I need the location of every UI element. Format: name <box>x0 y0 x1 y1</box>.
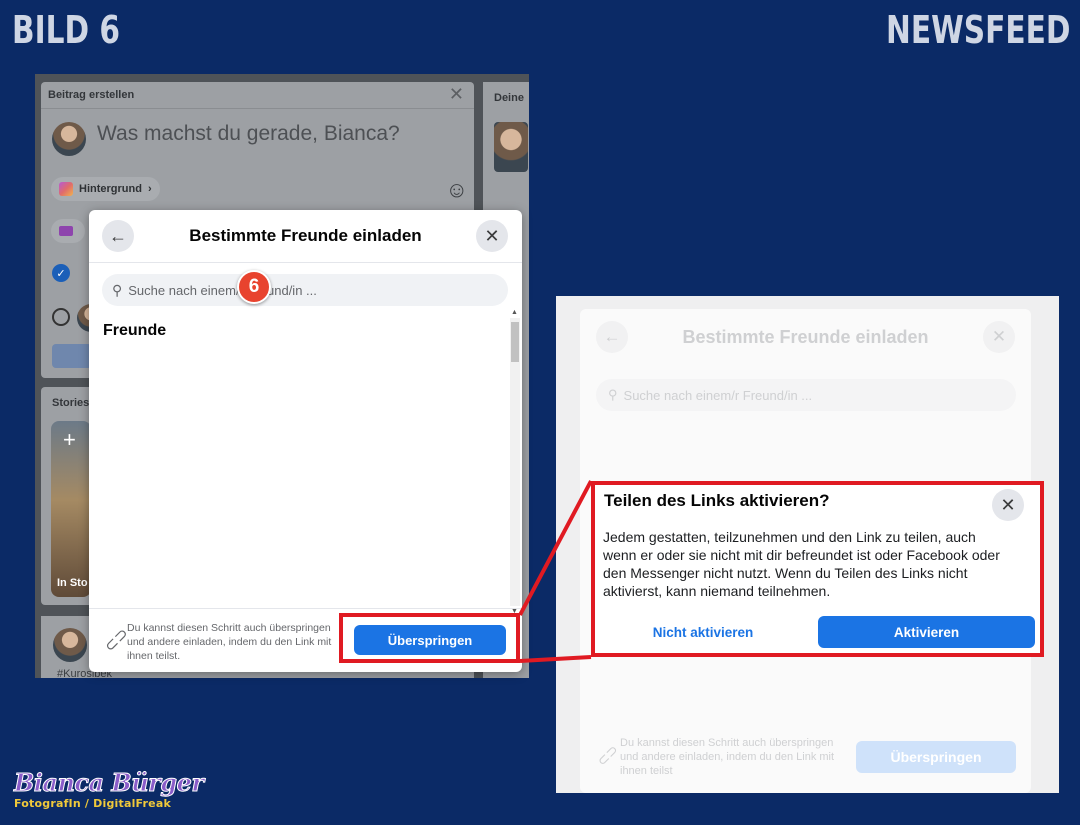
friend-search[interactable]: ⚲ <box>102 274 508 306</box>
deny-button[interactable]: Nicht aktivieren <box>603 616 803 648</box>
side-column-title: Deine <box>494 92 524 104</box>
video-icon <box>59 226 73 236</box>
brand-name: Bianca Bürger <box>14 768 205 798</box>
avatar <box>494 122 528 172</box>
friends-section-title: Freunde <box>103 322 167 339</box>
background-dialog-title: Bestimmte Freunde einladen <box>682 327 929 347</box>
check-icon[interactable]: ✓ <box>52 264 70 282</box>
header-right-title: NEWSFEED <box>885 8 1070 52</box>
close-button[interactable]: ✕ <box>476 220 508 252</box>
close-button[interactable]: ✕ <box>983 321 1015 353</box>
close-icon: ✕ <box>991 327 1007 346</box>
post-prompt[interactable]: Was machst du gerade, Bianca? <box>97 122 400 146</box>
enable-link-sharing-dialog: Teilen des Links aktivieren? ✕ Jedem ges… <box>591 481 1044 657</box>
link-icon: ⊂⊃ <box>593 741 622 770</box>
smiley-icon[interactable]: ☺ <box>446 177 468 203</box>
friend-search[interactable]: ⚲ Suche nach einem/r Freund/in ... <box>596 379 1016 411</box>
create-post-title: Beitrag erstellen <box>48 89 135 101</box>
skip-button[interactable]: Überspringen <box>856 741 1016 773</box>
avatar <box>52 122 86 156</box>
close-icon[interactable]: ✕ <box>449 84 464 105</box>
close-icon: ✕ <box>1000 494 1016 515</box>
invite-friends-dialog: ← Bestimmte Freunde einladen ✕ ⚲ 6 Freun… <box>89 210 522 672</box>
divider <box>41 108 474 109</box>
post-button[interactable] <box>52 344 92 368</box>
scroll-up-icon[interactable]: ▲ <box>511 309 518 316</box>
brand-subtitle: FotografIn / DigitalFreak <box>14 797 171 810</box>
avatar <box>53 628 87 662</box>
story-label: In Sto <box>57 577 88 589</box>
confirm-title: Teilen des Links aktivieren? <box>604 491 830 510</box>
radio-icon[interactable] <box>52 308 70 326</box>
close-icon: ✕ <box>484 225 500 246</box>
chevron-right-icon: › <box>147 183 152 195</box>
divider <box>89 608 522 609</box>
dialog-title: Bestimmte Freunde einladen <box>189 226 422 245</box>
confirm-body: Jedem gestatten, teilzunehmen und den Li… <box>603 529 1000 599</box>
background-pill[interactable]: Hintergrund › <box>51 177 160 201</box>
video-pill[interactable] <box>51 219 85 243</box>
skip-button-highlight <box>339 613 520 663</box>
scrollbar[interactable]: ▲ ▼ <box>510 309 520 615</box>
skip-hint-text: Du kannst diesen Schritt auch überspring… <box>127 622 332 662</box>
brand-logo: Bianca Bürger FotografIn / DigitalFreak <box>14 768 205 811</box>
background-icon <box>59 182 73 196</box>
step-badge: 6 <box>237 270 271 304</box>
skip-hint-text: Du kannst diesen Schritt auch überspring… <box>620 737 835 777</box>
search-input[interactable] <box>128 282 469 298</box>
search-placeholder: Suche nach einem/r Freund/in ... <box>623 387 813 403</box>
add-story-icon[interactable]: + <box>63 427 76 453</box>
divider <box>89 262 522 263</box>
scrollbar-thumb[interactable] <box>511 322 519 362</box>
search-icon: ⚲ <box>608 387 618 402</box>
confirm-close-button[interactable]: ✕ <box>992 489 1024 521</box>
activate-button[interactable]: Aktivieren <box>818 616 1035 648</box>
background-pill-label: Hintergrund <box>79 183 142 195</box>
header-left-title: BILD 6 <box>12 8 121 52</box>
stories-title: Stories <box>52 397 90 409</box>
search-icon: ⚲ <box>112 281 123 298</box>
